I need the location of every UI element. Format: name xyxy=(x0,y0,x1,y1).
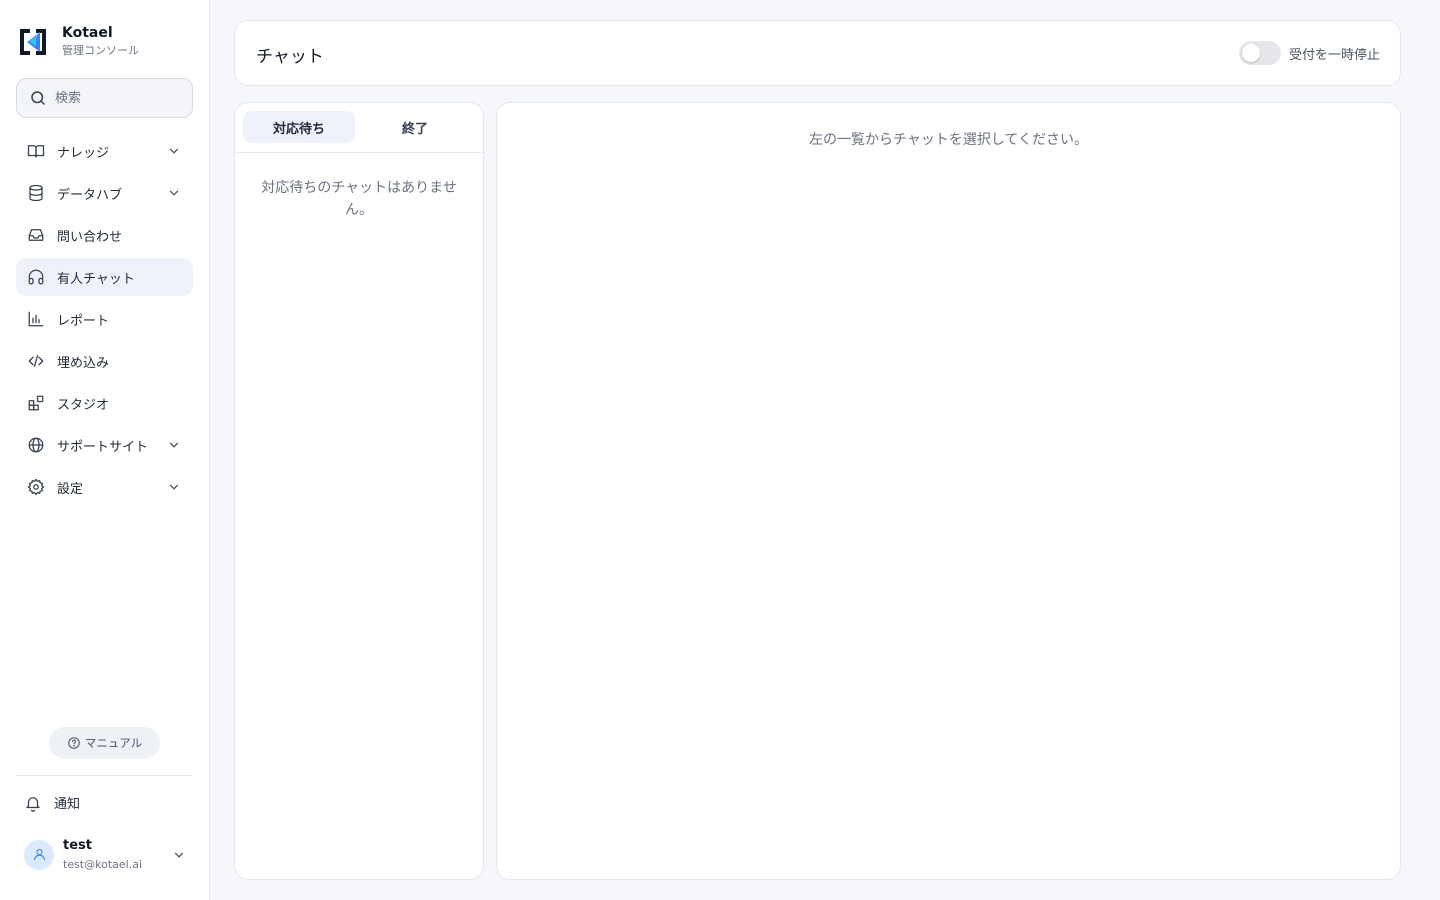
brand-name: Kotael xyxy=(62,25,113,41)
sidebar-item-label: データハブ xyxy=(57,187,123,203)
page-title: チャット xyxy=(256,47,324,67)
empty-list-message: 対応待ちのチャットはありません。 xyxy=(261,180,457,218)
user-icon xyxy=(33,848,45,861)
bell-icon xyxy=(26,796,40,812)
sidebar-nav: ナレッジ データハブ 問い合わせ 有人チャット レポート 埋め込み スタジオ サ… xyxy=(16,132,193,510)
sidebar-item-studio[interactable]: スタジオ xyxy=(16,384,193,422)
chevron-down-icon xyxy=(169,190,179,196)
search-input[interactable] xyxy=(55,90,175,106)
sidebar-item-label: ナレッジ xyxy=(57,145,110,161)
tab-waiting[interactable]: 対応待ち xyxy=(243,111,355,143)
notifications-button[interactable]: 通知 xyxy=(24,793,80,812)
notifications-label: 通知 xyxy=(54,797,81,812)
sidebar-item-reports[interactable]: レポート xyxy=(16,300,193,338)
sidebar-item-inquiries[interactable]: 問い合わせ xyxy=(16,216,193,254)
chevron-down-icon xyxy=(169,148,179,154)
sidebar-divider xyxy=(16,775,193,776)
chevron-down-icon xyxy=(169,484,179,490)
toggle-label: 受付を一時停止 xyxy=(1288,47,1380,63)
database-icon xyxy=(29,184,43,202)
detail-placeholder: 左の一覧からチャットを選択してください。 xyxy=(808,132,1089,148)
avatar xyxy=(24,839,54,870)
blocks-icon xyxy=(28,395,44,411)
toggle-switch[interactable] xyxy=(1238,41,1281,65)
search-icon xyxy=(31,91,45,105)
chat-tabs: 対応待ち 終了 xyxy=(235,103,483,153)
sidebar-item-label: 問い合わせ xyxy=(57,229,123,245)
inbox-icon xyxy=(28,229,44,241)
sidebar-item-label: 設定 xyxy=(57,481,84,497)
sidebar-item-datahub[interactable]: データハブ xyxy=(16,174,193,212)
globe-icon xyxy=(28,437,44,453)
sidebar-item-knowledge[interactable]: ナレッジ xyxy=(16,132,193,170)
manual-button[interactable]: マニュアル xyxy=(49,727,160,759)
user-menu[interactable]: test test@kotael.ai xyxy=(24,837,186,872)
book-icon xyxy=(27,145,45,158)
manual-label: マニュアル xyxy=(84,736,143,750)
sidebar: Kotael 管理コンソール ナレッジ データハブ 問い合わせ 有人チャット レ… xyxy=(0,0,210,900)
user-email: test@kotael.ai xyxy=(63,858,143,871)
sidebar-item-support-site[interactable]: サポートサイト xyxy=(16,426,193,464)
brand-subtitle: 管理コンソール xyxy=(62,44,139,57)
gear-icon xyxy=(27,478,45,496)
pause-intake-toggle[interactable]: 受付を一時停止 xyxy=(1238,41,1380,65)
chevron-down-icon xyxy=(169,442,179,448)
sidebar-item-label: スタジオ xyxy=(57,397,110,413)
headset-icon xyxy=(28,269,44,285)
chevron-down-icon xyxy=(174,852,184,858)
sidebar-item-label: レポート xyxy=(57,313,110,329)
toggle-knob xyxy=(1241,44,1260,62)
sidebar-item-label: サポートサイト xyxy=(57,439,149,455)
bar-chart-icon xyxy=(28,311,44,327)
search-box[interactable] xyxy=(16,78,193,118)
sidebar-item-label: 埋め込み xyxy=(57,355,110,371)
sidebar-item-settings[interactable]: 設定 xyxy=(16,468,193,506)
sidebar-item-live-chat[interactable]: 有人チャット xyxy=(16,258,193,296)
brand[interactable]: Kotael 管理コンソール xyxy=(18,24,139,58)
code-icon xyxy=(28,355,44,367)
user-name: test xyxy=(63,838,92,853)
sidebar-item-embed[interactable]: 埋め込み xyxy=(16,342,193,380)
kotael-logo-icon xyxy=(20,29,46,55)
tab-closed[interactable]: 終了 xyxy=(359,111,471,143)
chat-detail-panel: 左の一覧からチャットを選択してください。 xyxy=(496,102,1401,880)
help-circle-icon xyxy=(68,737,80,749)
sidebar-item-label: 有人チャット xyxy=(57,271,135,287)
page-header: チャット 受付を一時停止 xyxy=(234,20,1401,86)
chat-list-panel: 対応待ち 終了 対応待ちのチャットはありません。 xyxy=(234,102,484,880)
